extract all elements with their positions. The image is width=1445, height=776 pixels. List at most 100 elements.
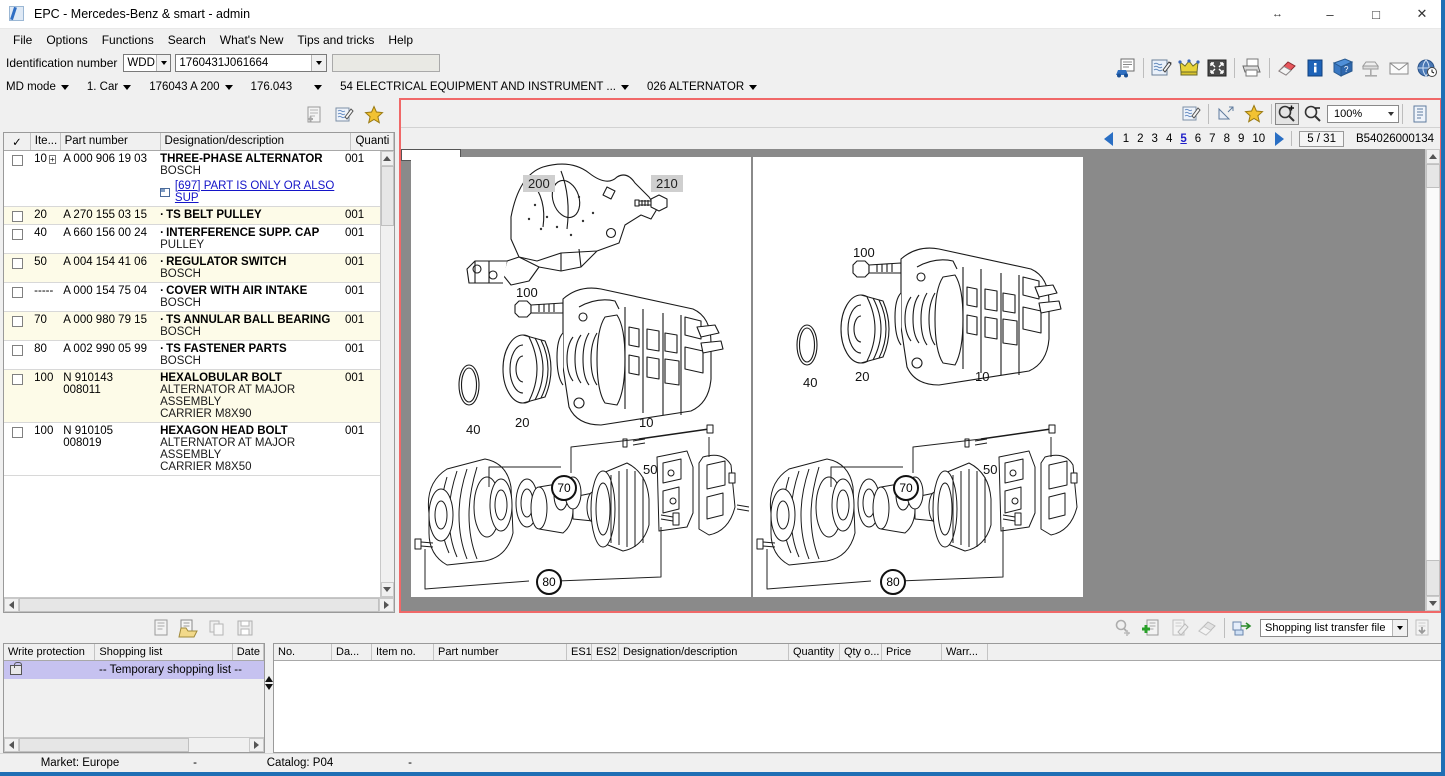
new-list-icon[interactable] xyxy=(147,614,175,642)
column-header-part-number[interactable]: Part number xyxy=(61,133,161,150)
breadcrumb-car[interactable]: 1. Car xyxy=(87,81,131,93)
zoom-out-icon[interactable] xyxy=(1299,100,1327,128)
notepad-edit-icon[interactable] xyxy=(329,100,359,130)
menu-options[interactable]: Options xyxy=(39,31,94,49)
page-number-3[interactable]: 3 xyxy=(1148,133,1162,145)
table-row[interactable]: 50 A 004 154 41 06 ·REGULATOR SWITCH BOS… xyxy=(4,254,380,283)
scroll-left-button[interactable] xyxy=(4,598,19,612)
column-header-quantity[interactable]: Quanti xyxy=(351,133,394,150)
page-number-4[interactable]: 4 xyxy=(1162,133,1176,145)
parts-horizontal-scrollbar[interactable] xyxy=(4,597,394,612)
menu-help[interactable]: Help xyxy=(381,31,420,49)
help-book-icon[interactable]: ? xyxy=(1329,54,1357,82)
table-row[interactable]: 40 A 660 156 00 24 ·INTERFERENCE SUPP. C… xyxy=(4,225,380,254)
star-icon[interactable] xyxy=(1240,100,1268,128)
eraser-icon[interactable] xyxy=(1193,614,1221,642)
column-header-item-no[interactable]: Item no. xyxy=(372,644,434,660)
row-checkbox[interactable] xyxy=(4,151,30,206)
diagram-callout-20[interactable]: 20 xyxy=(515,415,529,430)
diagram-callout-10[interactable]: 10 xyxy=(639,415,653,430)
vin-prefix-select[interactable]: WDD xyxy=(123,54,171,72)
table-row[interactable]: 20 A 270 155 03 15 ·TS BELT PULLEY 001 xyxy=(4,207,380,225)
crown-icon[interactable] xyxy=(1175,54,1203,82)
scroll-right-button[interactable] xyxy=(379,598,394,612)
info-icon[interactable] xyxy=(1301,54,1329,82)
menu-search[interactable]: Search xyxy=(161,31,213,49)
column-header-date[interactable]: Date xyxy=(233,644,264,660)
diagram-callout-10[interactable]: 10 xyxy=(975,369,989,384)
minimize-button[interactable]: – xyxy=(1307,0,1353,29)
scroll-up-button[interactable] xyxy=(381,151,394,166)
column-header-no[interactable]: No. xyxy=(274,644,332,660)
column-header-write-protection[interactable]: Write protection xyxy=(4,644,95,660)
column-header-price[interactable]: Price xyxy=(882,644,942,660)
row-checkbox[interactable] xyxy=(4,254,30,282)
scroll-thumb[interactable] xyxy=(381,166,394,226)
table-row[interactable]: 100 N 910143 008011 HEXALOBULAR BOLT ALT… xyxy=(4,370,380,423)
panel-splitter[interactable] xyxy=(265,613,273,753)
maximize-button[interactable]: □ xyxy=(1353,0,1399,29)
diagram-callout-50[interactable]: 50 xyxy=(643,462,657,477)
scroll-thumb[interactable] xyxy=(19,598,379,612)
diagram-canvas[interactable]: 200 210 100 40 20 10 70 50 80 xyxy=(401,149,1425,611)
table-row[interactable]: 80 A 002 990 05 99 ·TS FASTENER PARTS BO… xyxy=(4,341,380,370)
scroll-up-button[interactable] xyxy=(1426,149,1440,164)
table-row[interactable]: 100 N 910105 008019 HEXAGON HEAD BOLT AL… xyxy=(4,423,380,476)
menu-file[interactable]: File xyxy=(6,31,39,49)
column-header-warranty[interactable]: Warr... xyxy=(942,644,988,660)
breadcrumb-subgroup[interactable]: 026 ALTERNATOR xyxy=(647,81,757,93)
envelope-icon[interactable] xyxy=(1385,54,1413,82)
star-icon[interactable] xyxy=(359,100,389,130)
diagram-callout-20[interactable]: 20 xyxy=(855,369,869,384)
identification-extra-field[interactable] xyxy=(332,54,440,72)
search-part-icon[interactable] xyxy=(1109,614,1137,642)
breadcrumb-model[interactable]: 176043 A 200 xyxy=(149,81,232,93)
diagram-callout-70[interactable]: 70 xyxy=(551,475,577,501)
column-header-quantity[interactable]: Quantity xyxy=(789,644,840,660)
scroll-thumb-bottom[interactable] xyxy=(1426,560,1440,596)
column-header-check[interactable]: ✓ xyxy=(4,133,31,150)
zoom-in-icon[interactable] xyxy=(1275,103,1299,125)
table-row[interactable]: 70 A 000 980 79 15 ·TS ANNULAR BALL BEAR… xyxy=(4,312,380,341)
resize-image-icon[interactable] xyxy=(1212,100,1240,128)
diagram-callout-40[interactable]: 40 xyxy=(466,422,480,437)
column-header-item[interactable]: Ite... xyxy=(31,133,61,150)
diagram-callout-100[interactable]: 100 xyxy=(853,245,875,260)
vehicle-datacard-icon[interactable] xyxy=(1112,54,1140,82)
page-number-5-current[interactable]: 5 xyxy=(1176,133,1190,145)
viewer-vertical-scrollbar[interactable] xyxy=(1425,149,1440,611)
scroll-thumb-top[interactable] xyxy=(1426,164,1440,188)
page-number-8[interactable]: 8 xyxy=(1220,133,1234,145)
diagram-callout-70[interactable]: 70 xyxy=(893,475,919,501)
expand-down-icon[interactable] xyxy=(265,684,273,690)
row-checkbox[interactable] xyxy=(4,341,30,369)
breadcrumb-model-code[interactable]: 176.043 xyxy=(251,81,323,93)
collapse-up-icon[interactable] xyxy=(265,676,273,682)
page-number-1[interactable]: 1 xyxy=(1119,133,1133,145)
menu-tips-and-tricks[interactable]: Tips and tricks xyxy=(290,31,381,49)
edit-item-icon[interactable] xyxy=(1165,614,1193,642)
menu-functions[interactable]: Functions xyxy=(95,31,161,49)
list-item[interactable]: -- Temporary shopping list -- xyxy=(4,661,264,679)
scroll-left-button[interactable] xyxy=(4,738,19,752)
row-checkbox[interactable] xyxy=(4,225,30,253)
window-resize-indicator[interactable]: ↔ xyxy=(1247,0,1307,29)
part-note-link[interactable]: [697] PART IS ONLY OR ALSO SUP xyxy=(175,180,337,204)
scroll-down-button[interactable] xyxy=(1426,596,1440,611)
breadcrumb-group[interactable]: 54 ELECTRICAL EQUIPMENT AND INSTRUMENT .… xyxy=(340,81,629,93)
column-header-designation[interactable]: Designation/description xyxy=(161,133,352,150)
menu-whats-new[interactable]: What's New xyxy=(213,31,291,49)
column-header-date[interactable]: Da... xyxy=(332,644,372,660)
row-checkbox[interactable] xyxy=(4,370,30,422)
expand-arrows-icon[interactable] xyxy=(1203,54,1231,82)
column-header-shopping-list[interactable]: Shopping list xyxy=(95,644,232,660)
row-checkbox[interactable] xyxy=(4,207,30,224)
breadcrumb-md-mode[interactable]: MD mode xyxy=(6,81,69,93)
notepad-edit-icon[interactable] xyxy=(1147,54,1175,82)
transfer-icon[interactable] xyxy=(1228,614,1256,642)
open-folder-icon[interactable] xyxy=(175,614,203,642)
diagram-page-right[interactable]: 100 40 20 10 70 50 80 xyxy=(753,157,1083,597)
column-header-part-number[interactable]: Part number xyxy=(434,644,567,660)
column-header-es2[interactable]: ES2 xyxy=(592,644,619,660)
document-list-icon[interactable] xyxy=(1406,100,1434,128)
